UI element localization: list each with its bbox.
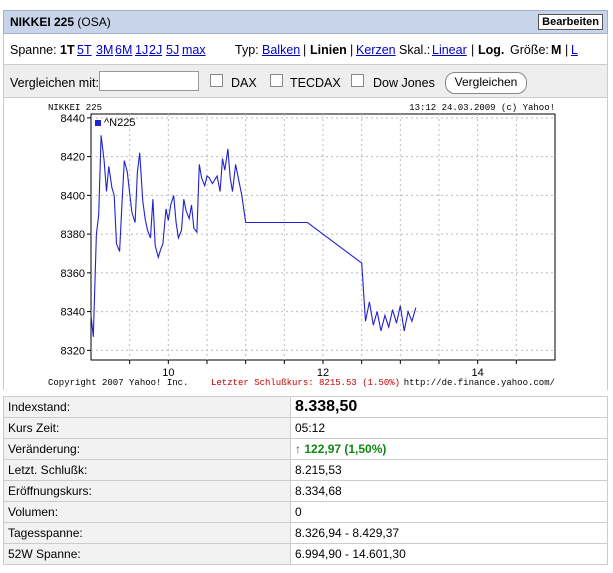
stats-row: Tagesspanne: 8.326,94 - 8.429,37 [3,522,608,544]
spanne-3m-link[interactable]: 3M [96,43,113,57]
up-arrow-icon: ↑ [295,442,305,456]
typ-label: Typ: [235,43,259,57]
y-tick-label: 8380 [61,229,85,241]
stats-row: Kurs Zeit: 05:12 [3,417,608,439]
stats-row: Eröffnungskurs: 8.334,68 [3,480,608,502]
chart-options-row: Spanne: 1T 5T 3M 6M 1J 2J 5J max Typ: Ba… [3,34,608,64]
stats-label: Kurs Zeit: [3,417,291,439]
y-tick-label: 8440 [61,113,85,125]
edit-button[interactable]: Bearbeiten [538,14,603,30]
stats-table: Indexstand: 8.338,50 Kurs Zeit: 05:12 Veränd… [3,396,608,565]
tecdax-label: TECDAX [290,76,341,90]
dow-jones-label: Dow Jones [373,76,435,90]
spanne-1t[interactable]: 1T [60,43,75,57]
chart-container: 8320 8340 8360 8380 8400 8420 8440 10 12 14 ^N225 N… [3,98,608,390]
legend-marker [95,120,101,126]
skal-log[interactable]: Log. [478,43,504,57]
typ-kerzen-link[interactable]: Kerzen [356,43,396,57]
spanne-2j-link[interactable]: 2J [149,43,162,57]
skal-linear-link[interactable]: Linear [432,43,467,57]
spanne-5j-link[interactable]: 5J [166,43,179,57]
spanne-5t-link[interactable]: 5T [77,43,92,57]
y-tick-label: 8360 [61,268,85,280]
stats-value: 8.338,50 [290,396,608,418]
page-title: NIKKEI 225 (OSA) [10,15,111,29]
stats-label: Tagesspanne: [3,522,291,544]
spanne-1j-link[interactable]: 1J [135,43,148,57]
skal-label: Skal.: [399,43,431,57]
typ-balken-link[interactable]: Balken [262,43,300,57]
stats-value: 8.215,53 [290,459,608,481]
copyright-text: Copyright 2007 Yahoo! Inc. [48,378,188,388]
stats-row: Indexstand: 8.338,50 [3,396,608,418]
groesse-m[interactable]: M [551,43,561,57]
index-name: NIKKEI 225 [10,15,75,29]
dax-checkbox[interactable] [210,74,223,87]
stats-row: Veränderung: ↑ 122,97 (1,50%) [3,438,608,460]
skal-separator: | [471,43,475,57]
source-url: http://de.finance.yahoo.com/ [404,378,555,388]
compare-button[interactable]: Vergleichen [445,72,527,94]
last-close-note: Letzter Schlußkurs: 8215.53 (1.50%) [211,378,400,388]
dax-label: DAX [231,76,257,90]
stats-label: Eröffnungskurs: [3,480,291,502]
stats-row: Letzt. Schlußk: 8.215,53 [3,459,608,481]
stats-label: Letzt. Schlußk: [3,459,291,481]
stats-label: Volumen: [3,501,291,523]
spanne-label: Spanne: [10,43,57,57]
dow-jones-checkbox[interactable] [351,74,364,87]
spanne-max-link[interactable]: max [182,43,206,57]
stats-label: 52W Spanne: [3,543,291,565]
tecdax-checkbox[interactable] [270,74,283,87]
stats-value: 05:12 [290,417,608,439]
chart-timestamp: 13:12 24.03.2009 (c) Yahoo! [409,103,555,113]
groesse-separator: | [565,43,569,57]
compare-row: Vergleichen mit: DAX TECDAX Dow Jones Ve… [3,64,608,98]
change-value: 122,97 (1,50%) [304,442,387,456]
y-tick-label: 8320 [61,345,85,357]
nikkei-line-chart: 832083408360838084008420844010 12 14^N225N… [48,103,556,388]
stats-row: Volumen: 0 [3,501,608,523]
stats-label: Veränderung: [3,438,291,460]
stats-value: 8.326,94 - 8.429,37 [290,522,608,544]
spanne-6m-link[interactable]: 6M [115,43,132,57]
stats-value: ↑ 122,97 (1,50%) [290,438,608,460]
title-bar: NIKKEI 225 (OSA) Bearbeiten [3,10,608,34]
stats-label: Indexstand: [3,396,291,418]
typ-linien[interactable]: Linien [310,43,347,57]
groesse-l-link[interactable]: L [571,43,578,57]
y-tick-label: 8340 [61,307,85,319]
y-tick-label: 8400 [61,190,85,202]
chart-title: NIKKEI 225 [48,103,102,113]
exchange-name: (OSA) [74,15,111,29]
compare-input[interactable] [99,71,199,91]
legend-label: ^N225 [104,117,135,129]
stats-value: 6.994,90 - 14.601,30 [290,543,608,565]
compare-label: Vergleichen mit: [10,76,99,90]
typ-separator: | [303,43,307,57]
stats-value: 8.334,68 [290,480,608,502]
stats-value: 0 [290,501,608,523]
groesse-label: Größe: [510,43,549,57]
y-tick-label: 8420 [61,152,85,164]
typ-separator: | [350,43,354,57]
stats-row: 52W Spanne: 6.994,90 - 14.601,30 [3,543,608,565]
